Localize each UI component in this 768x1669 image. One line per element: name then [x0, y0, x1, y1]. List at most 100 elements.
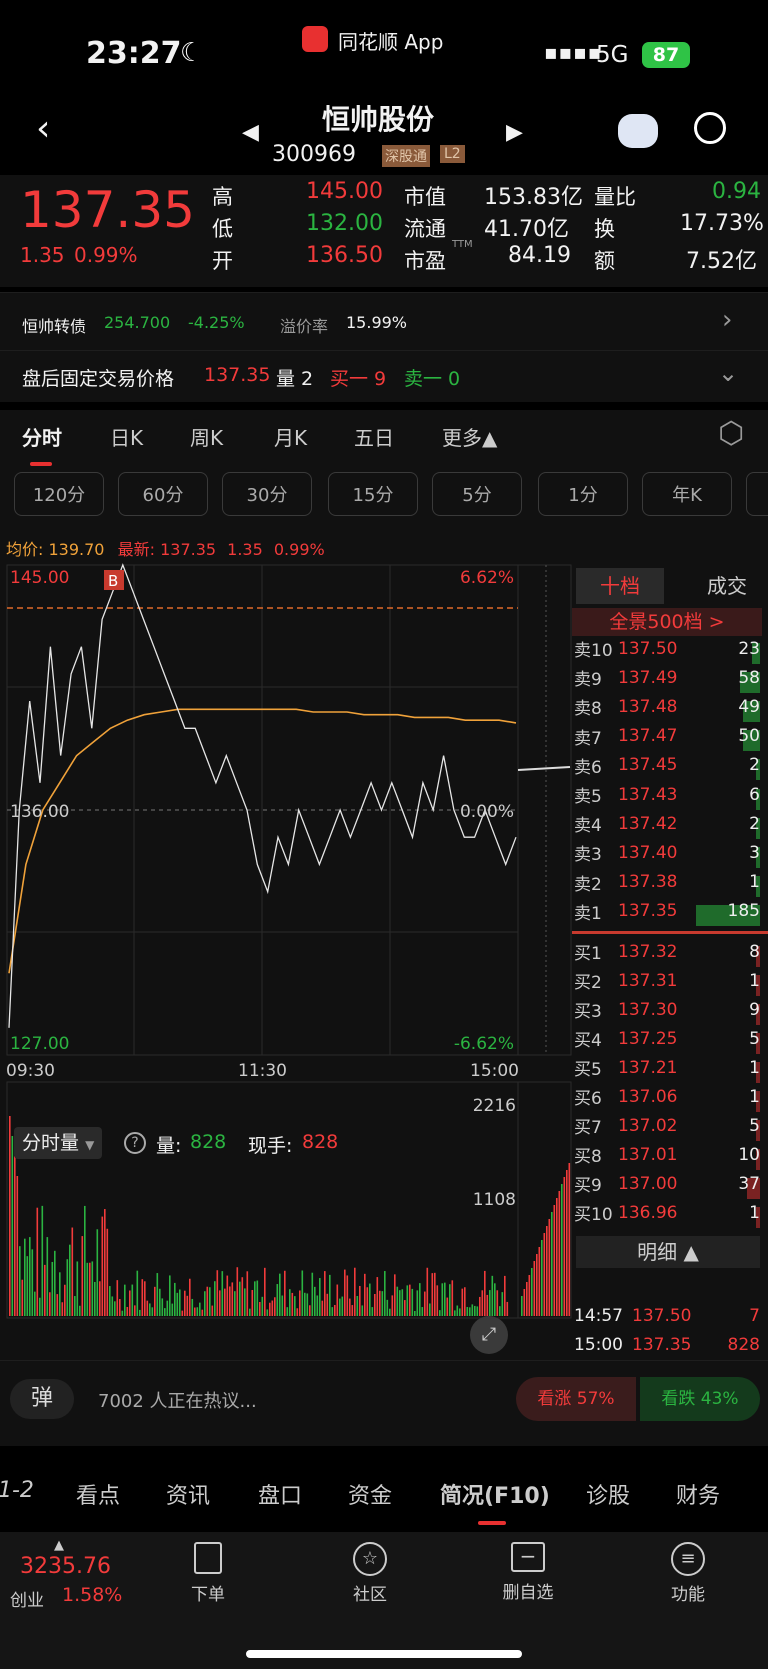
bid-row[interactable]: 买4 137.25 5	[574, 1024, 760, 1054]
help-icon[interactable]: ?	[124, 1132, 146, 1154]
tab-month-k[interactable]: 月K	[274, 422, 307, 451]
assistant-robot-icon[interactable]	[618, 114, 658, 148]
ask-row[interactable]: 卖1 137.35 185	[574, 897, 760, 927]
ask-row[interactable]: 卖3 137.40 3	[574, 838, 760, 868]
volume-bar	[166, 1300, 169, 1316]
volume-bar	[281, 1295, 284, 1316]
tab-financials[interactable]: 财务	[676, 1478, 720, 1510]
volume-bar	[314, 1286, 316, 1316]
period-60[interactable]: 60分	[118, 472, 208, 516]
volume-bar	[324, 1271, 326, 1316]
volume-bar	[174, 1282, 176, 1316]
search-icon[interactable]	[694, 112, 726, 144]
order-button[interactable]: 下单	[160, 1542, 256, 1605]
tab-ten-levels[interactable]: 十档	[576, 568, 664, 604]
tab-highlights[interactable]: 看点	[76, 1478, 120, 1510]
ask-row[interactable]: 卖10 137.50 23	[574, 634, 760, 664]
ask-row[interactable]: 卖9 137.49 58	[574, 663, 760, 693]
tab-intraday[interactable]: 分时	[22, 422, 62, 451]
volume-bar	[24, 1238, 26, 1316]
tab-handicap[interactable]: 盘口	[258, 1478, 302, 1510]
volume-bar	[66, 1259, 69, 1316]
index-value[interactable]: 3235.76	[20, 1554, 111, 1579]
volume-indicator-select[interactable]: 分时量 ▼	[14, 1127, 103, 1159]
turnover-label: 换	[594, 217, 615, 241]
volume-bar	[386, 1299, 389, 1316]
ask-level-label: 卖1	[574, 903, 602, 924]
volume-bar	[336, 1284, 339, 1316]
ask-row[interactable]: 卖4 137.42 2	[574, 809, 760, 839]
volume-bar	[196, 1307, 199, 1316]
bid-row[interactable]: 买2 137.31 1	[574, 966, 760, 996]
period-120[interactable]: 120分	[14, 472, 104, 516]
bid-row[interactable]: 买3 137.30 9	[574, 995, 760, 1025]
period-15[interactable]: 15分	[328, 472, 418, 516]
next-stock-icon[interactable]: ▶	[506, 120, 523, 145]
chevron-down-icon[interactable]: ⌄	[718, 359, 738, 387]
ask-row[interactable]: 卖8 137.48 49	[574, 692, 760, 722]
ask-price: 137.47	[618, 726, 678, 747]
home-indicator[interactable]	[246, 1650, 522, 1658]
period-5[interactable]: 5分	[432, 472, 522, 516]
bid-row[interactable]: 买9 137.00 37	[574, 1169, 760, 1199]
bid-level-label: 买7	[574, 1118, 602, 1138]
tab-more[interactable]: 更多▲	[442, 422, 497, 451]
volume-bar	[29, 1237, 31, 1316]
ask-row[interactable]: 卖6 137.45 2	[574, 751, 760, 781]
volume-bar	[171, 1303, 174, 1316]
ask-row[interactable]: 卖2 137.38 1	[574, 868, 760, 898]
volume-bar	[124, 1284, 126, 1316]
bid-level-label: 买1	[574, 944, 602, 964]
period-more[interactable]	[746, 472, 768, 516]
detail-toggle[interactable]: 明细 ▲	[576, 1236, 760, 1268]
remove-watchlist-button[interactable]: − 删自选	[480, 1542, 576, 1603]
volume-bar	[306, 1293, 309, 1316]
bearish-vote-button[interactable]: 看跌 43%	[640, 1377, 760, 1421]
ask-row[interactable]: 卖7 137.47 50	[574, 722, 760, 752]
function-button[interactable]: ≡ 功能	[640, 1542, 736, 1605]
discussion-count[interactable]: 7002 人正在热议...	[98, 1387, 257, 1413]
bid-row[interactable]: 买10 136.96 1	[574, 1198, 760, 1228]
bid-row[interactable]: 买7 137.02 5	[574, 1111, 760, 1141]
bid-row[interactable]: 买5 137.21 1	[574, 1053, 760, 1083]
l2-badge: L2	[440, 145, 465, 163]
tab-partial[interactable]: 1-2	[0, 1478, 34, 1503]
settings-hex-icon[interactable]: ⬡	[718, 416, 744, 451]
period-30[interactable]: 30分	[222, 472, 312, 516]
premium-label: 溢价率	[280, 317, 329, 336]
tab-profile[interactable]: 简况(F10)	[440, 1478, 550, 1510]
bid-volume: 9	[696, 1000, 760, 1025]
prev-stock-icon[interactable]: ◀	[242, 120, 259, 145]
tab-funds[interactable]: 资金	[348, 1478, 392, 1510]
volume-bar	[241, 1277, 244, 1316]
tab-news[interactable]: 资讯	[166, 1478, 210, 1510]
period-1[interactable]: 1分	[538, 472, 628, 516]
trade-row: 14:57 137.50 7	[574, 1301, 760, 1330]
bullish-vote-button[interactable]: 看涨 57%	[516, 1377, 636, 1421]
app-name: 同花顺 App	[338, 30, 444, 54]
community-button[interactable]: ☆ 社区	[322, 1542, 418, 1605]
volume-bar	[326, 1293, 329, 1316]
bid-row[interactable]: 买6 137.06 1	[574, 1082, 760, 1112]
bid-row[interactable]: 买8 137.01 10	[574, 1140, 760, 1170]
tab-day-k[interactable]: 日K	[110, 422, 143, 451]
after-hours-row[interactable]: 盘后固定交易价格 137.35 量 2 买一 9 卖一 0 ⌄	[0, 350, 768, 402]
tab-five-day[interactable]: 五日	[354, 422, 394, 451]
volume-bar	[99, 1281, 101, 1316]
bid-volume: 1	[696, 1087, 760, 1112]
fullscreen-icon[interactable]: ⤢	[470, 1316, 508, 1354]
ask-row[interactable]: 卖5 137.43 6	[574, 780, 760, 810]
bid-row[interactable]: 买1 137.32 8	[574, 937, 760, 967]
full-depth-button[interactable]: 全景500档 >	[572, 608, 762, 636]
volume-bar	[201, 1309, 204, 1316]
volume-bar	[374, 1294, 376, 1316]
convertible-bond-row[interactable]: 恒帅转债 254.700 -4.25% 溢价率 15.99% ›	[0, 292, 768, 350]
tab-week-k[interactable]: 周K	[190, 422, 223, 451]
back-icon[interactable]: ‹	[36, 108, 50, 149]
open-label: 开	[212, 249, 233, 273]
tab-diagnosis[interactable]: 诊股	[586, 1478, 630, 1510]
tab-trades[interactable]: 成交	[692, 568, 762, 604]
period-year-k[interactable]: 年K	[642, 472, 732, 516]
danmaku-toggle[interactable]: 弹	[10, 1379, 74, 1419]
intraday-chart[interactable]: 145.00 136.00 127.00 6.62% 0.00% -6.62% …	[0, 560, 572, 1360]
